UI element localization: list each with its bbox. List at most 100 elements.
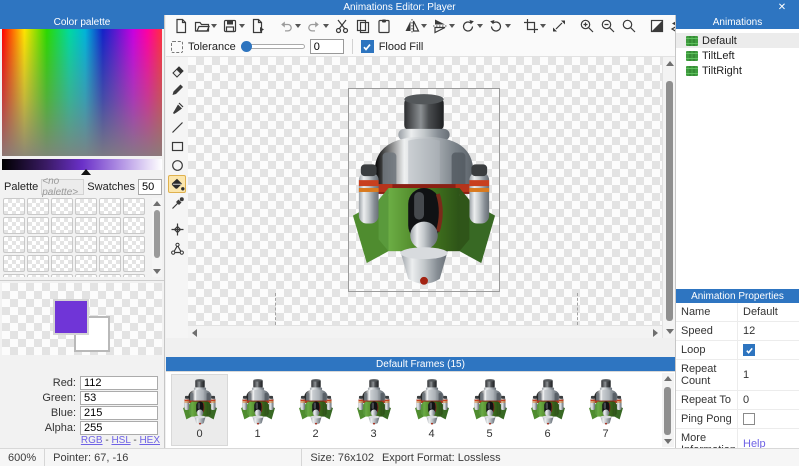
new-file-button[interactable] (171, 16, 191, 36)
palette-swatch[interactable] (3, 255, 25, 272)
palette-swatch[interactable] (27, 274, 49, 277)
palette-swatch[interactable] (99, 236, 121, 253)
prop-speed-value[interactable]: 12 (738, 322, 799, 341)
rotate-ccw-dropdown-icon[interactable] (477, 24, 483, 28)
flip-h-dropdown-icon[interactable] (421, 24, 427, 28)
palette-swatch[interactable] (75, 255, 97, 272)
prop-repeat-count-value[interactable]: 1 (738, 360, 799, 391)
flood-fill-checkbox[interactable] (361, 40, 374, 53)
swatch-scrollbar[interactable] (152, 198, 162, 277)
frames-scrollbar[interactable] (662, 373, 674, 447)
canvas-h-scrollbar[interactable] (188, 325, 662, 338)
zoom-out-button[interactable] (598, 16, 618, 36)
save-as-button[interactable] (248, 16, 268, 36)
ellipse-tool[interactable] (168, 156, 186, 174)
hex-link[interactable]: HEX (139, 435, 160, 446)
frame-thumbnail[interactable]: 2 (287, 374, 344, 446)
line-tool[interactable] (168, 118, 186, 136)
tolerance-input[interactable] (310, 39, 344, 54)
palette-swatch[interactable] (51, 274, 73, 277)
rotate-ccw-button[interactable] (458, 16, 485, 36)
scroll-right-icon[interactable] (653, 329, 658, 337)
palette-swatch[interactable] (3, 217, 25, 234)
green-field[interactable] (80, 391, 158, 405)
scroll-thumb[interactable] (664, 387, 671, 435)
scroll-down-icon[interactable] (664, 439, 672, 444)
palette-swatch[interactable] (123, 198, 145, 215)
zoom-reset-button[interactable] (619, 16, 639, 36)
palette-swatch[interactable] (99, 217, 121, 234)
palette-dropdown[interactable]: <no palette> (41, 179, 84, 195)
brush-tool[interactable] (168, 99, 186, 117)
frame-thumbnail[interactable]: 0 (171, 374, 228, 446)
color-picker-gradient[interactable] (2, 29, 162, 156)
palette-swatch[interactable] (51, 217, 73, 234)
palette-swatch[interactable] (27, 255, 49, 272)
resize-button[interactable] (549, 16, 569, 36)
open-dropdown-icon[interactable] (211, 24, 217, 28)
invert-colors-button[interactable] (647, 16, 667, 36)
palette-swatch[interactable] (123, 274, 145, 277)
scroll-up-icon[interactable] (666, 61, 674, 66)
canvas-v-scrollbar[interactable] (662, 57, 675, 338)
red-field[interactable] (80, 376, 158, 390)
paste-button[interactable] (374, 16, 394, 36)
palette-swatch[interactable] (123, 255, 145, 272)
tolerance-slider-thumb[interactable] (241, 41, 252, 52)
frame-thumbnail[interactable]: 3 (345, 374, 402, 446)
rectangle-tool[interactable] (168, 137, 186, 155)
palette-swatch[interactable] (99, 198, 121, 215)
frame-thumbnail[interactable]: 5 (461, 374, 518, 446)
scroll-up-icon[interactable] (664, 376, 672, 381)
palette-swatch[interactable] (75, 217, 97, 234)
copy-button[interactable] (353, 16, 373, 36)
scroll-down-icon[interactable] (666, 329, 674, 334)
palette-swatch[interactable] (123, 217, 145, 234)
save-dropdown-icon[interactable] (239, 24, 245, 28)
palette-swatch[interactable] (75, 274, 97, 277)
palette-swatch[interactable] (27, 236, 49, 253)
palette-swatch[interactable] (3, 236, 25, 253)
frame-thumbnail[interactable]: 4 (403, 374, 460, 446)
rotate-cw-dropdown-icon[interactable] (505, 24, 511, 28)
scroll-thumb[interactable] (154, 210, 160, 258)
fill-tool[interactable] (168, 175, 186, 193)
zoom-in-button[interactable] (577, 16, 597, 36)
scroll-left-icon[interactable] (192, 329, 197, 337)
alpha-field[interactable] (80, 421, 158, 435)
palette-swatch[interactable] (51, 255, 73, 272)
frame-thumbnail[interactable]: 1 (229, 374, 286, 446)
palette-swatch[interactable] (75, 198, 97, 215)
selection-tool-icon[interactable] (171, 41, 183, 53)
center-origin-tool[interactable] (168, 220, 186, 238)
frame-thumbnail[interactable]: 6 (519, 374, 576, 446)
rotate-cw-button[interactable] (486, 16, 513, 36)
eraser-tool[interactable] (168, 61, 186, 79)
redo-dropdown-icon[interactable] (323, 24, 329, 28)
flip-horizontal-button[interactable] (402, 16, 429, 36)
prop-name-value[interactable]: Default (738, 303, 799, 322)
sprite-canvas[interactable] (188, 57, 662, 325)
palette-swatch[interactable] (27, 198, 49, 215)
save-button[interactable] (220, 16, 247, 36)
palette-swatch[interactable] (27, 217, 49, 234)
palette-swatch[interactable] (99, 274, 121, 277)
scroll-down-icon[interactable] (153, 269, 161, 274)
palette-swatch[interactable] (51, 236, 73, 253)
crop-dropdown-icon[interactable] (540, 24, 546, 28)
open-button[interactable] (192, 16, 219, 36)
palette-swatch[interactable] (3, 274, 25, 277)
undo-dropdown-icon[interactable] (295, 24, 301, 28)
primary-color-swatch[interactable] (53, 299, 89, 335)
flip-vertical-button[interactable] (430, 16, 457, 36)
palette-swatch[interactable] (99, 255, 121, 272)
animation-item-tiltright[interactable]: TiltRight (676, 63, 799, 78)
rgb-link[interactable]: RGB (81, 435, 103, 446)
scroll-up-icon[interactable] (153, 201, 161, 206)
eyedropper-tool[interactable] (168, 194, 186, 212)
hsl-link[interactable]: HSL (111, 435, 130, 446)
value-slider-marker[interactable] (81, 169, 91, 175)
blue-field[interactable] (80, 406, 158, 420)
swatches-input[interactable] (138, 179, 162, 195)
animation-item-default[interactable]: Default (676, 33, 799, 48)
